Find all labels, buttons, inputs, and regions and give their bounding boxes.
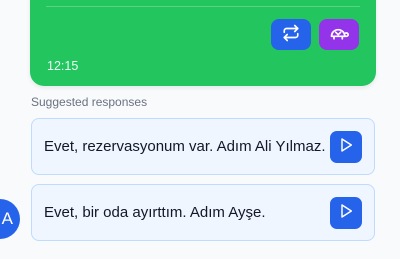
play-icon bbox=[338, 137, 354, 158]
bubble-divider bbox=[46, 6, 360, 7]
avatar[interactable]: A bbox=[0, 199, 20, 239]
avatar-initial: A bbox=[1, 209, 13, 228]
suggested-response-card[interactable]: Evet, bir oda ayırttım. Adım Ayşe. bbox=[31, 184, 375, 241]
message-timestamp: 12:15 bbox=[47, 59, 79, 73]
suggested-response-card[interactable]: Evet, rezervasyonum var. Adım Ali Yılmaz… bbox=[31, 118, 375, 175]
turtle-icon bbox=[329, 24, 349, 45]
play-icon bbox=[338, 203, 354, 224]
suggested-response-text: Evet, rezervasyonum var. Adım Ali Yılmaz… bbox=[44, 138, 326, 155]
play-response-button[interactable] bbox=[330, 197, 362, 229]
repeat-icon bbox=[282, 24, 300, 45]
suggested-response-text: Evet, bir oda ayırttım. Adım Ayşe. bbox=[44, 204, 266, 221]
suggested-responses-heading: Suggested responses bbox=[31, 95, 148, 109]
slow-playback-button[interactable] bbox=[319, 19, 359, 50]
play-response-button[interactable] bbox=[330, 131, 362, 163]
translate-toggle-button[interactable] bbox=[271, 19, 311, 50]
